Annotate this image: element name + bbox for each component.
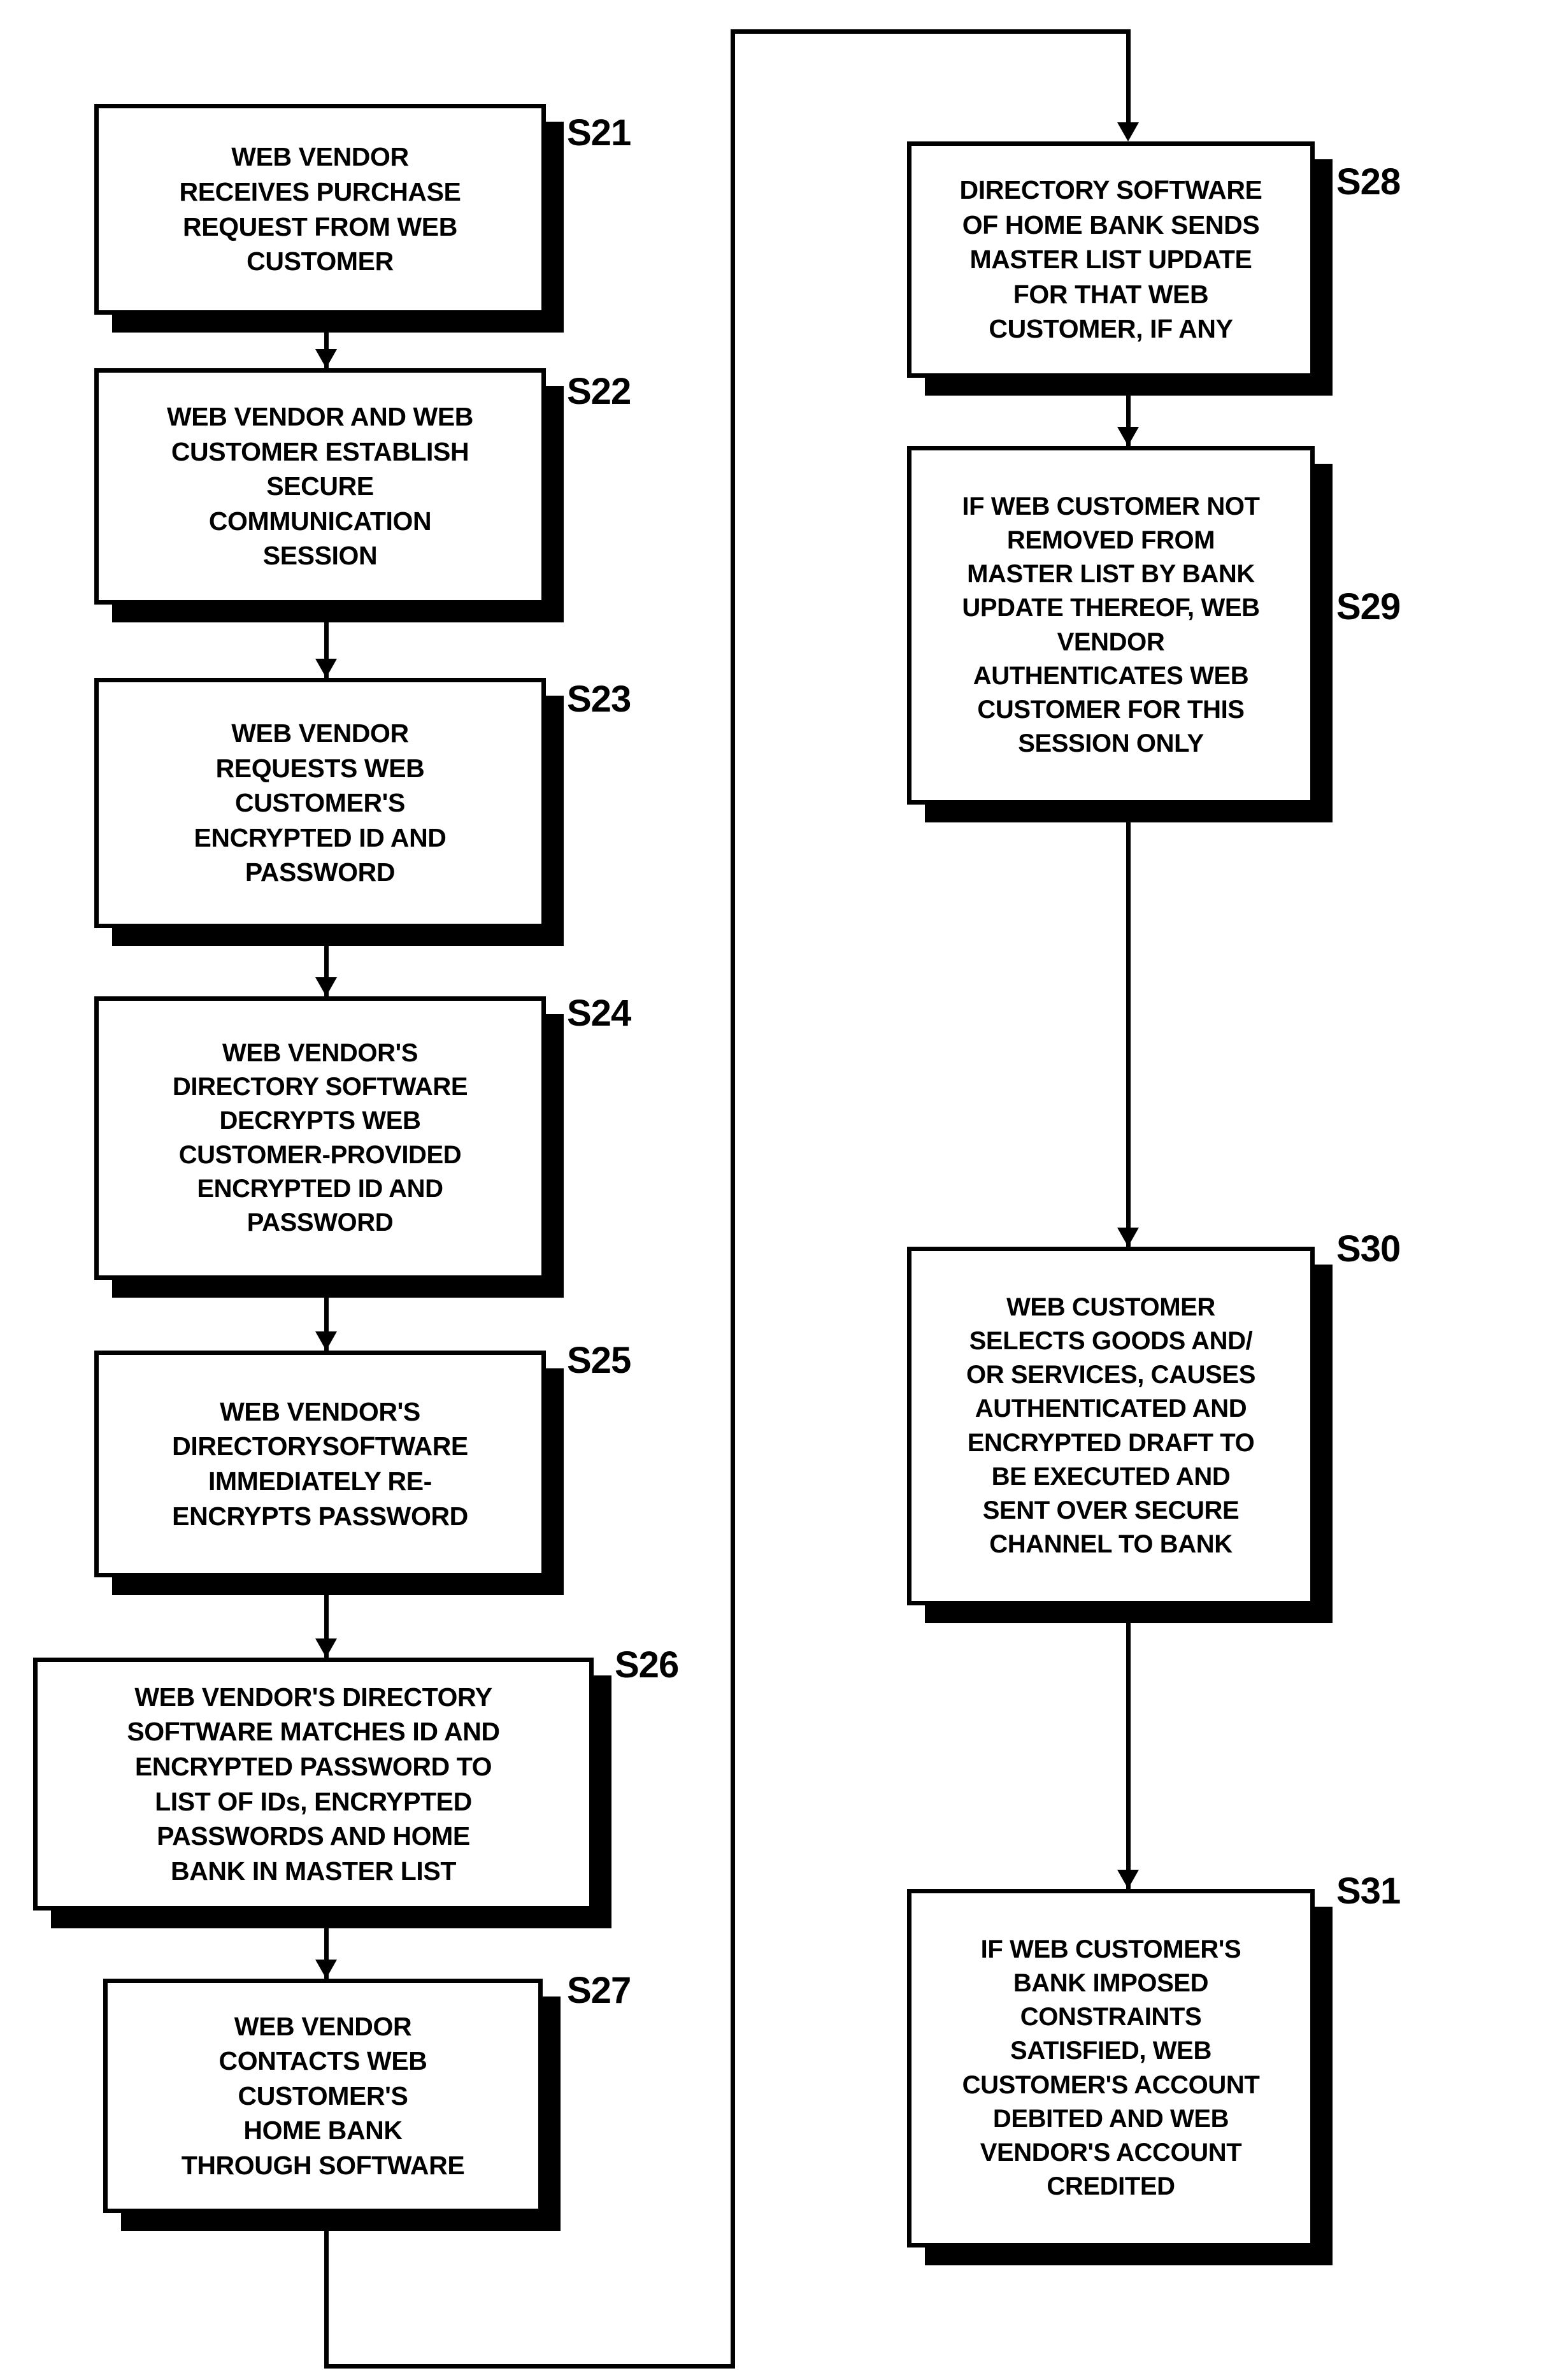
edge-s29-s30 xyxy=(1126,822,1131,1247)
step-label-s23: S23 xyxy=(567,678,631,720)
node-text-s21: WEB VENDOR RECEIVES PURCHASE REQUEST FRO… xyxy=(179,142,461,276)
process-node-s23[interactable]: WEB VENDOR REQUESTS WEB CUSTOMER'S ENCRY… xyxy=(94,678,546,928)
node-text-s24: WEB VENDOR'S DIRECTORY SOFTWARE DECRYPTS… xyxy=(172,1038,468,1237)
process-node-s30[interactable]: WEB CUSTOMER SELECTS GOODS AND/ OR SERVI… xyxy=(907,1247,1315,1605)
step-label-s26: S26 xyxy=(615,1644,679,1686)
step-label-s28: S28 xyxy=(1336,161,1401,203)
flowchart-canvas: WEB VENDOR RECEIVES PURCHASE REQUEST FRO… xyxy=(0,0,1544,2380)
step-label-s25: S25 xyxy=(567,1340,631,1381)
node-text-s30: WEB CUSTOMER SELECTS GOODS AND/ OR SERVI… xyxy=(966,1293,1255,1559)
node-text-s31: IF WEB CUSTOMER'S BANK IMPOSED CONSTRAIN… xyxy=(962,1935,1260,2201)
node-text-s27: WEB VENDOR CONTACTS WEB CUSTOMER'S HOME … xyxy=(181,2011,465,2180)
arrowhead-s28-s29 xyxy=(1117,427,1139,446)
arrowhead-s23-s24 xyxy=(315,977,337,996)
process-node-s25[interactable]: WEB VENDOR'S DIRECTORYSOFTWARE IMMEDIATE… xyxy=(94,1351,546,1577)
step-label-s27: S27 xyxy=(567,1970,631,2011)
edge-s27-s28-top-right xyxy=(731,29,1131,34)
arrowhead-s24-s25 xyxy=(315,1331,337,1351)
arrowhead-s29-s30 xyxy=(1117,1228,1139,1247)
node-text-s25: WEB VENDOR'S DIRECTORYSOFTWARE IMMEDIATE… xyxy=(172,1396,468,1531)
edge-s27-s28-bottom-right xyxy=(324,2364,735,2369)
process-node-s26[interactable]: WEB VENDOR'S DIRECTORY SOFTWARE MATCHES … xyxy=(33,1658,594,1910)
process-node-s29[interactable]: IF WEB CUSTOMER NOT REMOVED FROM MASTER … xyxy=(907,446,1315,805)
node-text-s22: WEB VENDOR AND WEB CUSTOMER ESTABLISH SE… xyxy=(167,402,473,571)
node-text-s28: DIRECTORY SOFTWARE OF HOME BANK SENDS MA… xyxy=(959,175,1262,344)
step-label-s31: S31 xyxy=(1336,1870,1401,1912)
process-node-s28[interactable]: DIRECTORY SOFTWARE OF HOME BANK SENDS MA… xyxy=(907,141,1315,378)
node-text-s26: WEB VENDOR'S DIRECTORY SOFTWARE MATCHES … xyxy=(127,1682,500,1886)
process-node-s22[interactable]: WEB VENDOR AND WEB CUSTOMER ESTABLISH SE… xyxy=(94,368,546,605)
process-node-s27[interactable]: WEB VENDOR CONTACTS WEB CUSTOMER'S HOME … xyxy=(103,1979,543,2213)
step-label-s22: S22 xyxy=(567,371,631,412)
edge-s27-s28-up xyxy=(731,29,735,2369)
edge-s30-s31 xyxy=(1126,1623,1131,1889)
node-text-s23: WEB VENDOR REQUESTS WEB CUSTOMER'S ENCRY… xyxy=(194,719,447,887)
step-label-s30: S30 xyxy=(1336,1228,1401,1270)
arrowhead-s21-s22 xyxy=(315,349,337,368)
process-node-s24[interactable]: WEB VENDOR'S DIRECTORY SOFTWARE DECRYPTS… xyxy=(94,996,546,1280)
edge-s27-s28-down xyxy=(324,2231,329,2369)
arrowhead-s26-s27 xyxy=(315,1960,337,1979)
process-node-s31[interactable]: IF WEB CUSTOMER'S BANK IMPOSED CONSTRAIN… xyxy=(907,1889,1315,2247)
step-label-s21: S21 xyxy=(567,112,631,154)
arrowhead-s25-s26 xyxy=(315,1638,337,1658)
node-text-s29: IF WEB CUSTOMER NOT REMOVED FROM MASTER … xyxy=(962,492,1260,758)
arrowhead-s22-s23 xyxy=(315,659,337,678)
step-label-s29: S29 xyxy=(1336,586,1401,627)
step-label-s24: S24 xyxy=(567,993,631,1034)
arrowhead-s27-s28 xyxy=(1117,122,1139,141)
arrowhead-s30-s31 xyxy=(1117,1870,1139,1889)
edge-s27-s28-down-into-s28 xyxy=(1126,29,1131,122)
process-node-s21[interactable]: WEB VENDOR RECEIVES PURCHASE REQUEST FRO… xyxy=(94,104,546,315)
